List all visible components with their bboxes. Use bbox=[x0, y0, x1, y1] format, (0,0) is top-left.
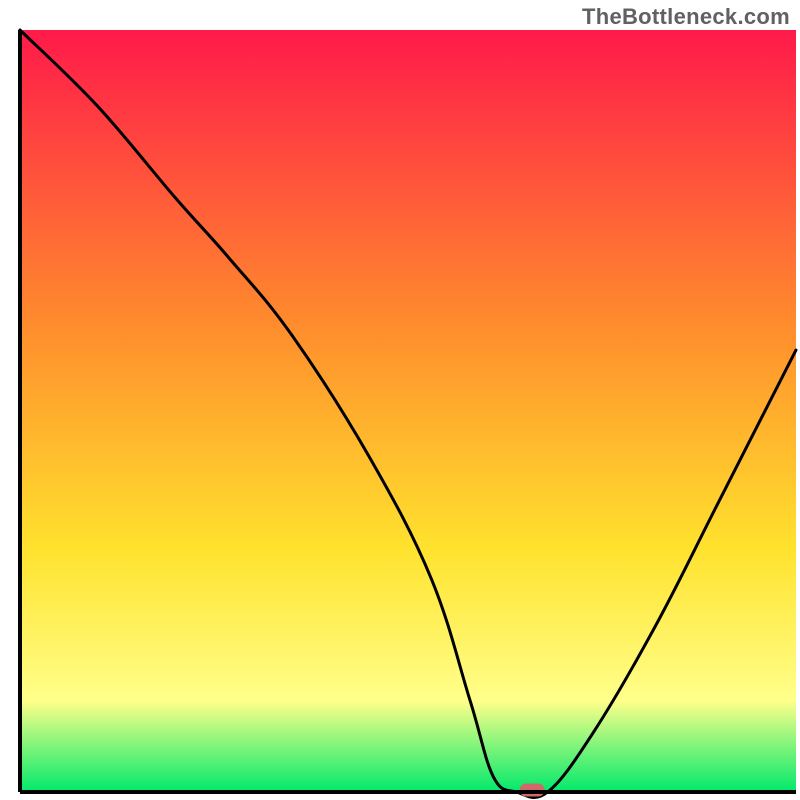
chart-frame: TheBottleneck.com bbox=[0, 0, 800, 800]
gradient-background bbox=[20, 30, 796, 792]
plot-area bbox=[20, 30, 796, 798]
bottleneck-chart bbox=[0, 0, 800, 800]
